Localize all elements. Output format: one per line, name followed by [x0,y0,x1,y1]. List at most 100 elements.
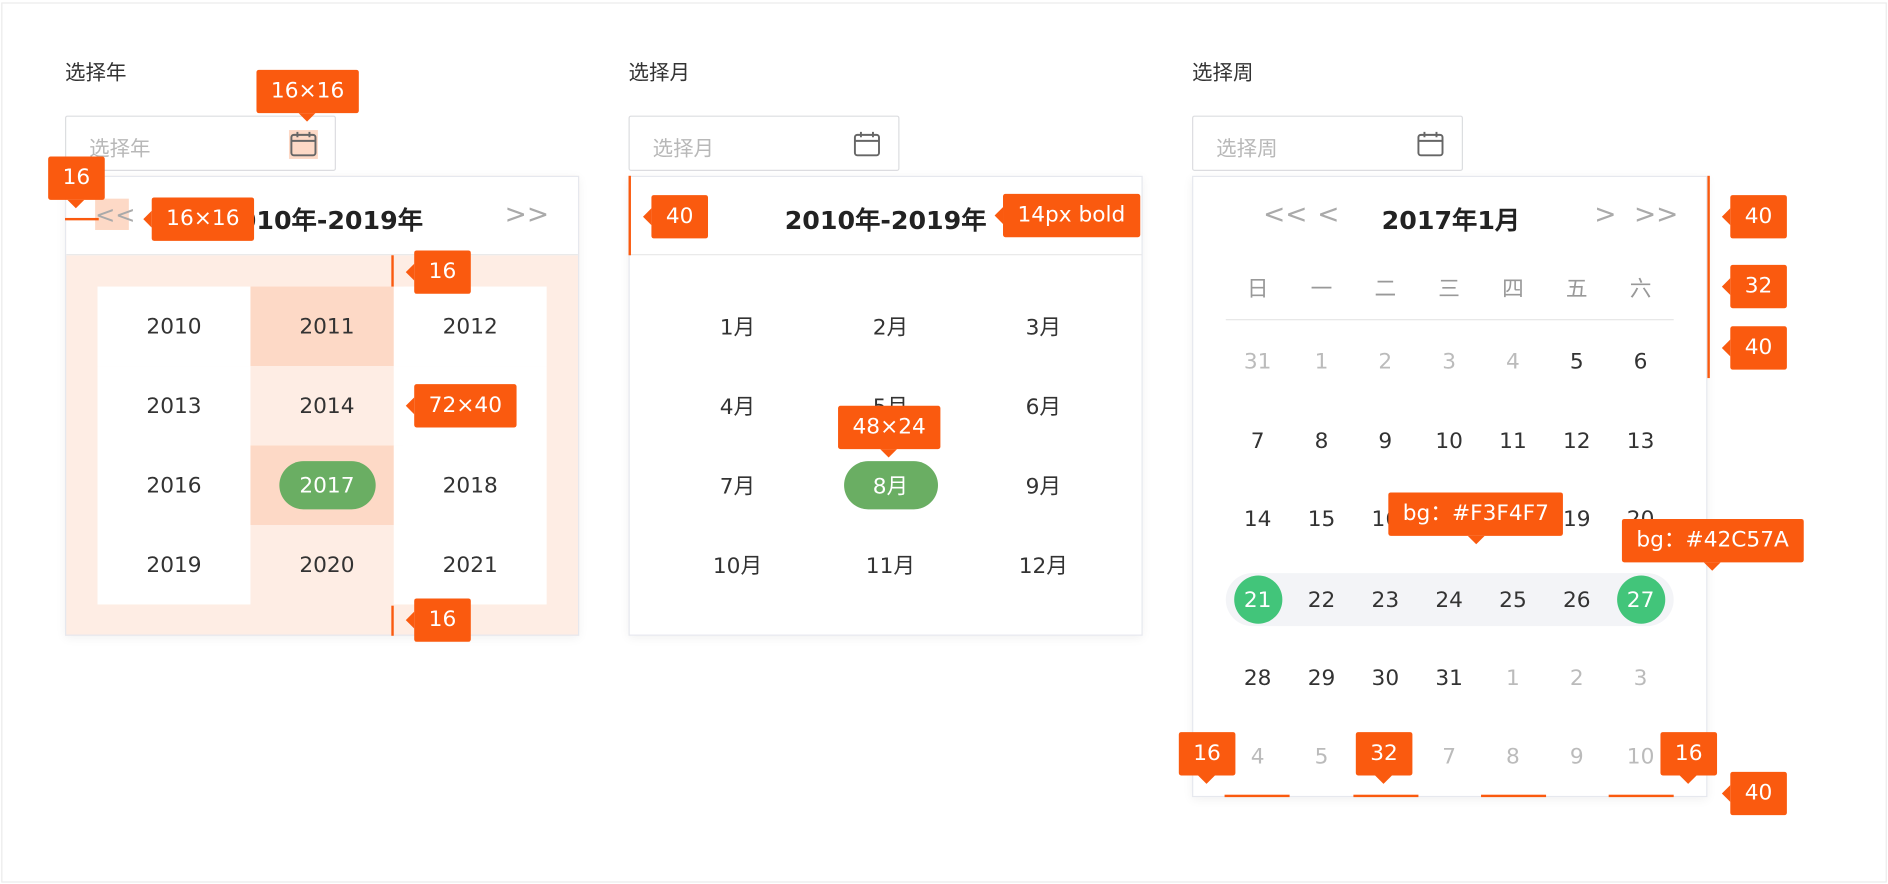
annotation-pill-size: 48×24 [838,405,941,458]
annotation-bottom-line [1481,794,1547,798]
annotation-left-padding-line [65,217,99,221]
annotation-left-padding: 16 [48,156,105,209]
annotation-bottom-line [1224,794,1290,798]
annotation-nav-size: 16×16 [143,197,254,241]
day-cell[interactable]: 7 [1226,417,1290,465]
next-month-button[interactable]: > [1594,199,1616,233]
weekday-header: 日 一 二 三 四 五 六 [1225,270,1674,321]
year-cell[interactable]: 2019 [97,524,251,605]
annotation-top-gap-line [391,255,394,287]
annotation-cell-size: 72×40 [405,384,517,428]
calendar-icon[interactable] [288,130,318,159]
day-cell[interactable]: 8 [1290,417,1354,465]
calendar-icon[interactable] [853,130,882,159]
day-cell[interactable]: 24 [1417,576,1481,624]
next-year-button[interactable]: >> [1634,199,1678,233]
month-input[interactable]: 选择月 [628,115,900,171]
annotation-header-height: 40 [643,195,708,239]
day-cell[interactable]: 2 [1545,654,1609,702]
week-panel-header: << < 2017年1月 > >> [1193,177,1708,256]
day-cell[interactable]: 26 [1545,576,1609,624]
day-cell[interactable]: 1 [1481,654,1545,702]
annotation-week-bottom-height: 40 [1721,771,1787,816]
annotation-selected-bg: bg：#42C57A [1621,518,1804,571]
annotation-week-right-padding: 16 [1660,732,1717,784]
annotation-bottom-line [1608,794,1674,798]
year-cell[interactable]: 2018 [393,445,547,525]
week-end-day[interactable]: 27 [1609,575,1673,624]
year-cell[interactable]: 2011 [250,286,404,367]
day-cell[interactable]: 31 [1226,337,1290,385]
day-cell[interactable]: 9 [1353,417,1417,465]
day-cell[interactable]: 23 [1353,576,1417,624]
month-cell[interactable]: 3月 [967,287,1120,366]
year-cell[interactable]: 2014 [250,366,404,446]
day-cell[interactable]: 22 [1290,576,1354,624]
day-cell[interactable]: 2 [1353,337,1417,385]
weekday-label: 六 [1629,276,1652,303]
week-start-day[interactable]: 21 [1226,575,1290,624]
day-cell[interactable]: 11 [1481,417,1545,465]
month-cell[interactable]: 1月 [661,287,814,366]
day-cell[interactable]: 1 [1290,337,1354,385]
annotation-title-font: 14px bold [994,193,1140,238]
year-cell[interactable]: 2010 [97,286,251,367]
day-cell[interactable]: 3 [1609,654,1673,702]
day-cell[interactable]: 4 [1481,337,1545,385]
day-cell[interactable]: 3 [1417,337,1481,385]
day-cell[interactable]: 9 [1545,732,1609,780]
year-cell-selected[interactable]: 2017 [250,445,404,525]
day-cell[interactable]: 13 [1609,417,1673,465]
month-cell[interactable]: 7月 [661,446,814,525]
annotation-top-gap: 16 [405,250,471,294]
annotation-bottom-line [1353,794,1419,798]
month-cell[interactable]: 9月 [967,446,1120,525]
day-cell[interactable]: 14 [1226,495,1290,543]
week-input[interactable]: 选择周 [1192,115,1463,171]
day-cell[interactable]: 6 [1609,337,1673,385]
day-cell[interactable]: 7 [1417,732,1481,780]
weekday-label: 三 [1438,276,1460,303]
day-cell[interactable]: 28 [1226,654,1290,702]
day-cell[interactable]: 5 [1290,732,1354,780]
year-cell[interactable]: 2016 [97,445,251,525]
annotation-row-height: 40 [1721,326,1787,370]
selected-month-pill: 8月 [843,461,938,510]
day-cell[interactable]: 10 [1417,417,1481,465]
day-cell[interactable]: 15 [1290,495,1354,543]
day-cell[interactable]: 31 [1417,654,1481,702]
day-cell[interactable]: 25 [1481,576,1545,624]
month-section-label: 选择月 [628,61,690,86]
day-cell[interactable]: 30 [1353,654,1417,702]
year-cell[interactable]: 2021 [393,524,547,605]
annotation-right-measure-line [1707,175,1710,379]
month-cell[interactable]: 6月 [967,366,1120,445]
week-end-day-circle: 27 [1616,575,1665,624]
day-cell[interactable]: 29 [1290,654,1354,702]
year-input[interactable]: 选择年 [65,115,336,171]
next-decade-button[interactable]: >> [505,199,549,233]
year-cell[interactable]: 2012 [393,286,547,367]
annotation-bottom-gap-line [391,605,394,636]
day-cell[interactable]: 12 [1545,417,1609,465]
week-panel: << < 2017年1月 > >> 日 一 二 三 四 五 六 31 1 2 3… [1192,175,1708,798]
day-cell[interactable]: 5 [1545,337,1609,385]
week-month-title: 2017年1月 [1381,205,1521,235]
weekday-label: 日 [1246,276,1269,303]
month-cell[interactable]: 12月 [967,525,1120,604]
annotation-bottom-gap: 16 [405,598,471,642]
month-cell[interactable]: 2月 [814,287,967,366]
day-cell[interactable]: 8 [1481,732,1545,780]
month-cell[interactable]: 4月 [661,366,814,445]
year-grid: 2010 2011 2012 2013 2014 2015 2016 2017 … [97,286,547,606]
canvas: 选择年 选择年 << 2010年-2019年 >> 2010 2011 2012… [0,0,1888,884]
annotation-weekday-height: 32 [1721,264,1787,309]
month-cell[interactable]: 11月 [814,525,967,604]
day-cell[interactable]: 4 [1226,732,1290,780]
month-cell[interactable]: 10月 [661,525,814,604]
calendar-icon[interactable] [1416,130,1445,159]
year-cell[interactable]: 2013 [97,366,251,446]
weekday-label: 一 [1310,276,1333,303]
year-cell[interactable]: 2020 [250,524,404,605]
weekday-label: 四 [1502,276,1524,303]
